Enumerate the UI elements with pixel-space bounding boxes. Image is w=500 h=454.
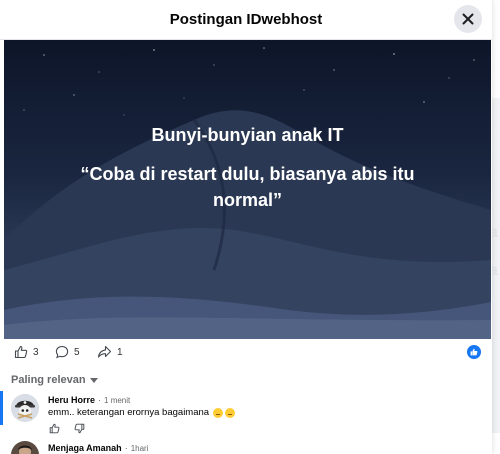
comment-time[interactable]: 1 menit <box>104 396 130 405</box>
comment-text-row: emm.. keterangan erornya bagaimana <box>48 407 236 418</box>
avatar[interactable] <box>11 441 39 454</box>
close-icon <box>462 13 474 25</box>
comment-author[interactable]: Heru Horre <box>48 395 95 405</box>
like-count: 3 <box>33 346 39 358</box>
post-image[interactable]: Bunyi-bunyian anak IT “Coba di restart d… <box>4 40 491 339</box>
comment-item: Heru Horre · 1 menit emm.. keterangan er… <box>0 391 492 435</box>
meta-separator: · <box>124 443 128 453</box>
dialog-header: Postingan IDwebhost <box>0 0 492 40</box>
share-count: 1 <box>117 346 123 358</box>
comment-item: Menjaga Amanah · 1hari <box>0 435 492 454</box>
comment-like-button[interactable] <box>49 423 60 434</box>
post-dialog: Postingan IDwebhost Bunyi-bunyian anak I… <box>0 0 492 454</box>
thinking-face-icon <box>225 407 236 418</box>
like-reaction-badge[interactable] <box>467 345 481 359</box>
comment-count: 5 <box>74 346 80 358</box>
comment-author[interactable]: Menjaga Amanah <box>48 443 122 453</box>
share-button[interactable]: 1 <box>97 345 123 359</box>
comment-dislike-button[interactable] <box>74 423 85 434</box>
thinking-face-icon <box>213 407 224 418</box>
comment-bubble-icon <box>55 345 69 359</box>
share-arrow-icon <box>97 345 112 358</box>
comment-time[interactable]: 1hari <box>131 444 149 453</box>
comment-meta: Menjaga Amanah · 1hari <box>48 443 148 453</box>
thumbs-up-icon <box>49 423 60 434</box>
comment-text: emm.. keterangan erornya bagaimana <box>48 407 210 418</box>
reaction-bar: 3 5 1 <box>0 339 492 369</box>
thumbs-down-icon <box>74 423 85 434</box>
like-button[interactable]: 3 <box>14 345 39 359</box>
thumbs-up-icon <box>470 348 478 356</box>
comment-meta: Heru Horre · 1 menit <box>48 395 130 405</box>
sort-label: Paling relevan <box>11 374 86 386</box>
comment-sort-dropdown[interactable]: Paling relevan <box>11 374 98 386</box>
dialog-title: Postingan IDwebhost <box>169 11 323 28</box>
comment-button[interactable]: 5 <box>55 345 80 359</box>
post-quote: “Coba di restart dulu, biasanya abis itu… <box>80 164 415 210</box>
chevron-down-icon <box>89 377 98 383</box>
comment-actions <box>49 423 99 434</box>
avatar-photo-icon <box>11 441 39 454</box>
avatar[interactable] <box>11 394 39 422</box>
post-heading: Bunyi-bunyian anak IT <box>151 125 344 145</box>
thumbs-up-icon <box>14 345 28 359</box>
close-button[interactable] <box>454 5 482 33</box>
meta-separator: · <box>98 395 102 405</box>
avatar-pirate-icon <box>11 394 39 422</box>
